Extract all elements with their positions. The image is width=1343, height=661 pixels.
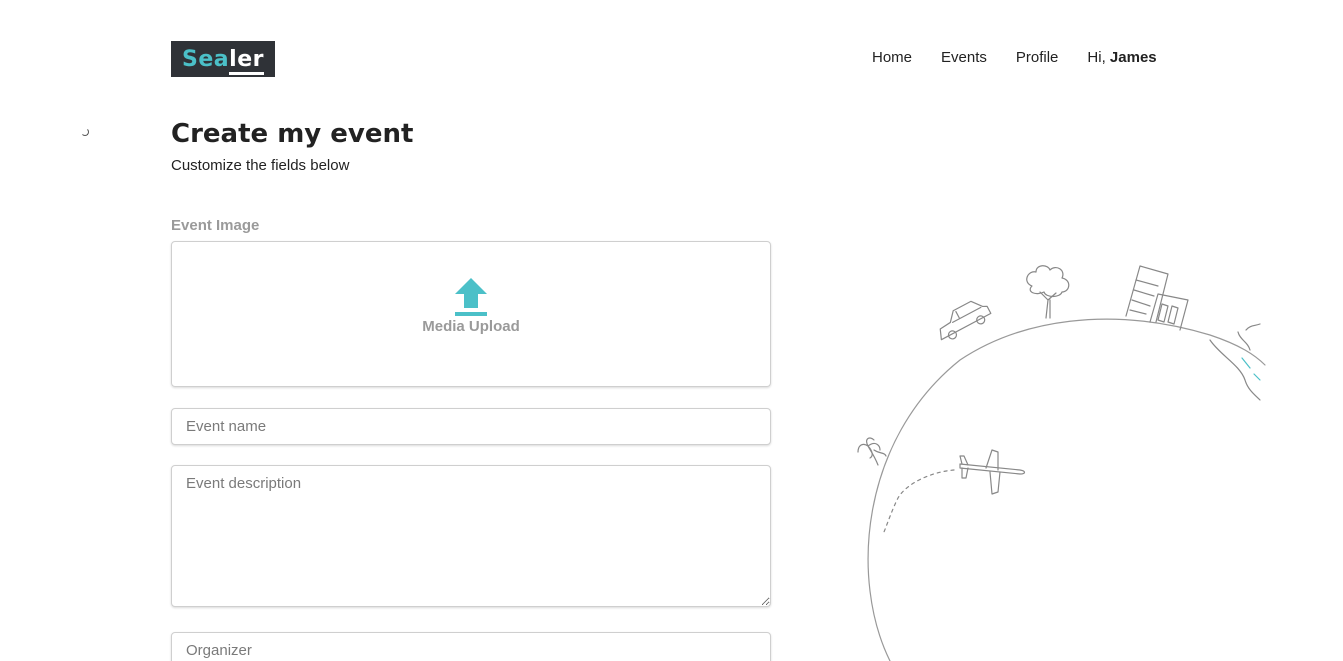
logo-text-part1: Sea — [182, 46, 230, 72]
main-nav: Home Events Profile Hi, James — [872, 49, 1186, 66]
user-name: James — [1109, 49, 1157, 66]
organizer-input[interactable] — [171, 632, 771, 661]
page-title: Create my event — [171, 119, 414, 149]
greeting-text: Hi, — [1087, 49, 1106, 66]
logo[interactable]: Sealer — [171, 41, 275, 77]
nav-profile-link[interactable]: Profile — [1016, 49, 1059, 66]
flight-trail — [883, 469, 955, 533]
nav-user-greeting[interactable]: Hi, James — [1087, 49, 1156, 66]
river-icon — [1209, 323, 1261, 401]
logo-text: Sealer — [182, 46, 264, 75]
tree-icon — [1026, 265, 1070, 319]
event-image-label: Event Image — [171, 217, 260, 234]
event-description-textarea[interactable] — [171, 465, 771, 607]
palm-tree-icon — [857, 437, 887, 466]
nav-home-link[interactable]: Home — [872, 49, 912, 66]
event-name-input[interactable] — [171, 408, 771, 445]
logo-text-part2: ler — [229, 46, 264, 75]
nav-events-link[interactable]: Events — [941, 49, 987, 66]
car-icon — [939, 300, 992, 341]
page-subtitle: Customize the fields below — [171, 157, 350, 174]
globe-travel-illustration — [857, 265, 1266, 661]
media-upload-dropzone[interactable]: Media Upload — [171, 241, 771, 387]
upload-arrow-icon — [455, 278, 487, 316]
media-upload-label: Media Upload — [422, 318, 520, 335]
loading-spinner-icon — [81, 128, 89, 136]
airplane-icon — [959, 449, 1026, 495]
